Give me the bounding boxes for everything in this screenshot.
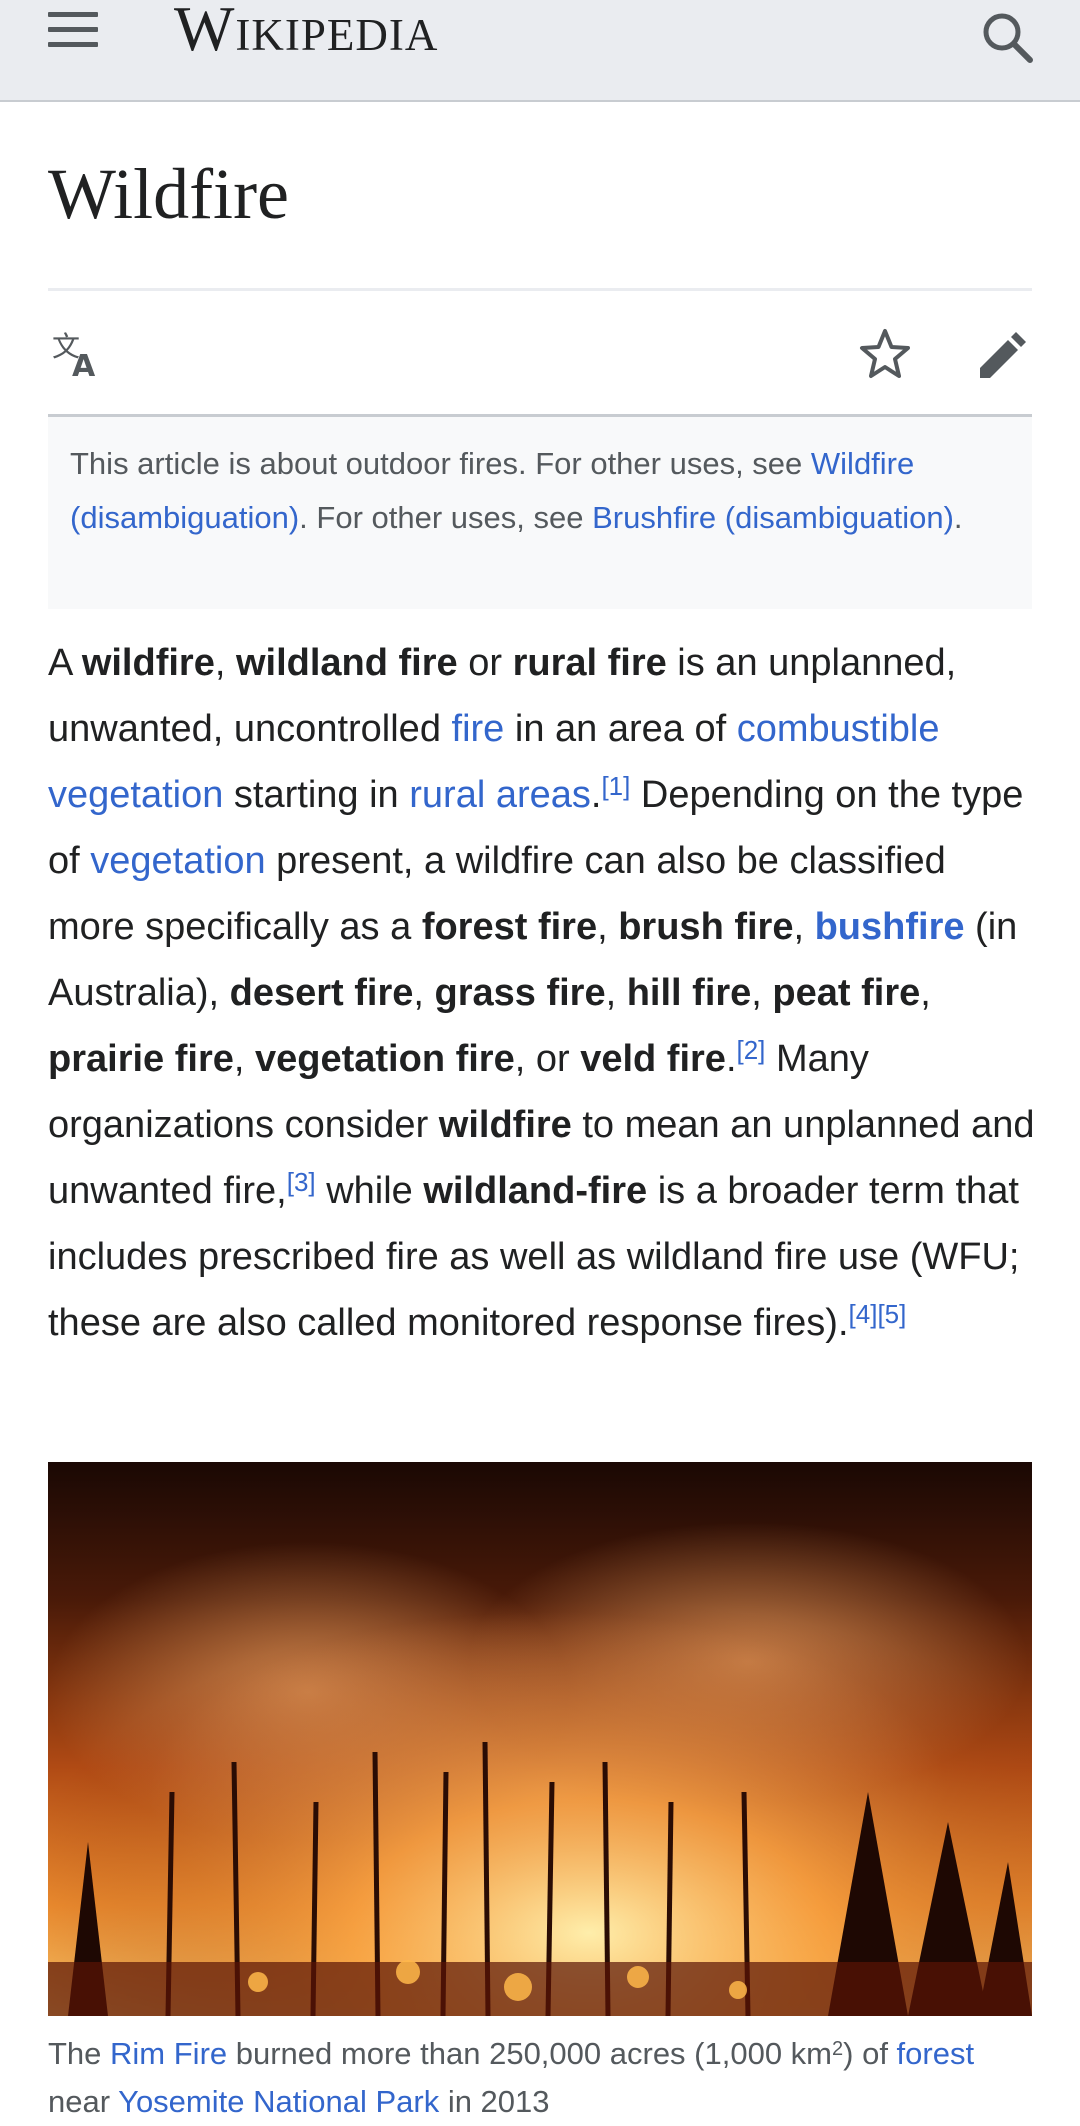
bushfire-link[interactable]: bushfire (815, 906, 965, 948)
app-header: Wikipedia (0, 0, 1080, 102)
rim-fire-link[interactable]: Rim Fire (110, 2036, 227, 2071)
text: A (48, 642, 82, 684)
lead-paragraph: A wildfire, wildland fire or rural fire … (48, 630, 1040, 1356)
bold-term: rural fire (512, 642, 667, 684)
text: while (315, 1170, 424, 1212)
wikipedia-wordmark[interactable]: Wikipedia (174, 0, 438, 66)
citation-3-link[interactable]: [3] (287, 1167, 316, 1197)
title-divider (48, 288, 1032, 291)
bold-term: vegetation fire (255, 1038, 515, 1080)
language-icon[interactable]: 文 A (52, 330, 112, 384)
superscript: 2 (832, 2037, 844, 2060)
page-title: Wildfire (48, 154, 289, 234)
rural-areas-link[interactable]: rural areas (409, 774, 591, 816)
bold-term: veld fire (580, 1038, 726, 1080)
bold-term: brush fire (618, 906, 794, 948)
pencil-icon[interactable] (972, 326, 1030, 384)
hamburger-menu-icon[interactable] (48, 12, 98, 52)
hatnote: This article is about outdoor fires. For… (48, 417, 1032, 609)
yosemite-link[interactable]: Yosemite National Park (118, 2084, 439, 2119)
bold-term: wildfire (81, 642, 215, 684)
caption-text: in 2013 (439, 2084, 550, 2119)
vegetation-link[interactable]: vegetation (90, 840, 265, 882)
forest-link[interactable]: forest (897, 2036, 975, 2071)
text: in an area of (504, 708, 737, 750)
fire-link[interactable]: fire (452, 708, 505, 750)
svg-text:A: A (72, 349, 96, 380)
citation-2-link[interactable]: [2] (737, 1035, 766, 1065)
caption-text: near (48, 2084, 119, 2119)
text: , or (514, 1038, 581, 1080)
text: , (214, 642, 236, 684)
text: , (413, 972, 435, 1014)
page-actions-bar: 文 A (48, 300, 1032, 414)
brushfire-disambiguation-link[interactable]: Brushfire (disambiguation) (592, 500, 954, 535)
bold-term: wildfire (438, 1104, 572, 1146)
hatnote-text: This article is about outdoor fires. For… (70, 446, 811, 481)
text: , (233, 1038, 255, 1080)
bold-term: desert fire (229, 972, 414, 1014)
text: , (920, 972, 931, 1014)
text: , (597, 906, 619, 948)
star-icon[interactable] (856, 326, 914, 384)
bold-term: grass fire (434, 972, 606, 1014)
text: , (605, 972, 627, 1014)
bold-term: peat fire (772, 972, 921, 1014)
text: , (751, 972, 773, 1014)
citation-5-link[interactable]: [5] (877, 1299, 906, 1329)
hatnote-text: . (953, 500, 963, 535)
hatnote-text: . For other uses, see (299, 500, 593, 535)
text: . (725, 1038, 737, 1080)
text: , (793, 906, 815, 948)
rim-fire-image[interactable] (48, 1462, 1032, 2016)
search-icon[interactable] (978, 6, 1038, 66)
bold-term: prairie fire (48, 1038, 234, 1080)
bold-term: wildland fire (235, 642, 458, 684)
caption-text: The (48, 2036, 111, 2071)
caption-text: burned more than 250,000 acres (1,000 km (227, 2036, 833, 2071)
citation-1-link[interactable]: [1] (601, 771, 630, 801)
text: starting in (223, 774, 410, 816)
bold-term: hill fire (626, 972, 752, 1014)
citation-4-link[interactable]: [4] (849, 1299, 878, 1329)
bold-term: forest fire (421, 906, 598, 948)
caption-text: ) of (843, 2036, 897, 2071)
figure-caption: The Rim Fire burned more than 250,000 ac… (48, 2030, 1048, 2126)
text: . (590, 774, 602, 816)
text: or (457, 642, 513, 684)
bold-term: wildland-fire (423, 1170, 648, 1212)
